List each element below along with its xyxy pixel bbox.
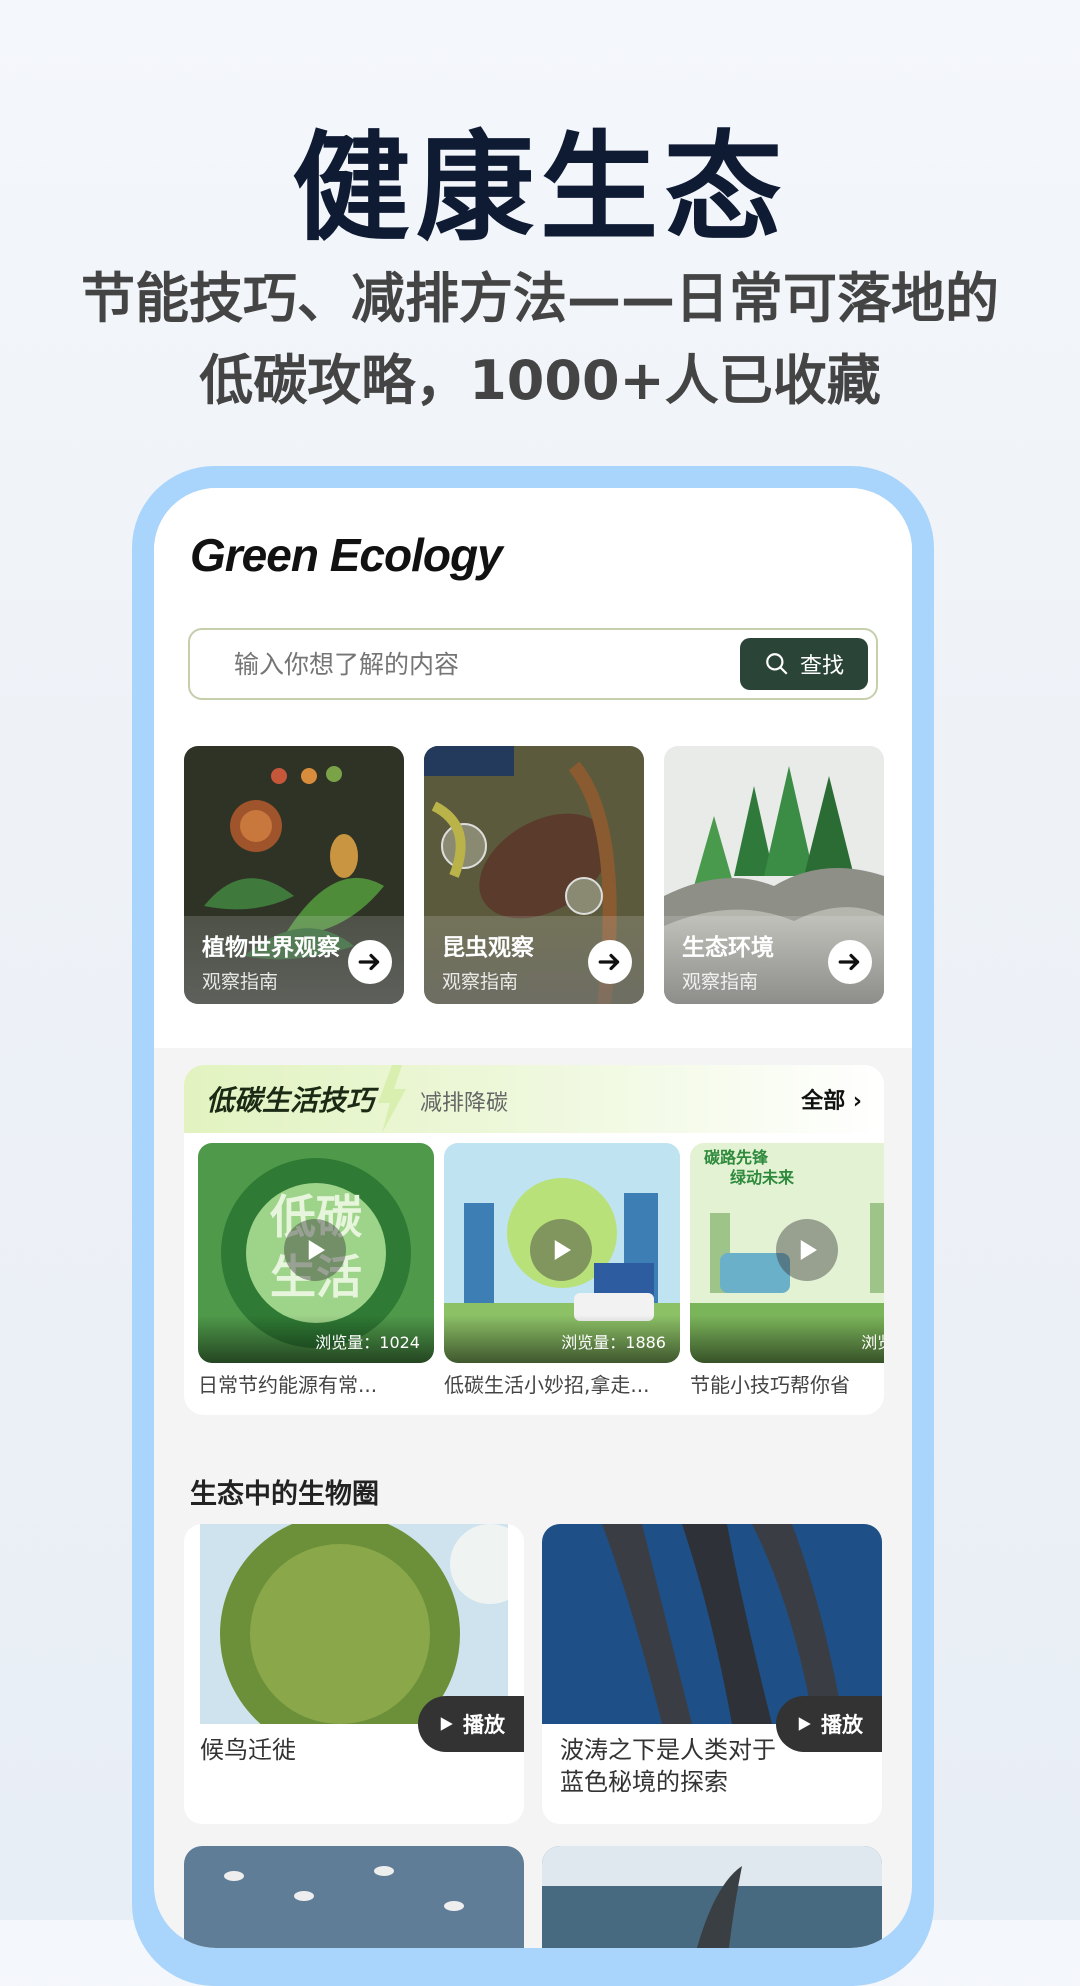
video-thumbnail: 浏览量：1886 [444,1143,680,1363]
search-button[interactable]: 查找 [740,638,868,690]
play-button[interactable]: 播放 [776,1696,882,1752]
category-name: 植物世界观察 [202,935,340,961]
view-count: 浏览量：2110 [861,1333,884,1352]
hero-subtitle-line1: 节能技巧、减排方法——日常可落地的 [81,267,999,330]
video-thumbnail: 低碳 生活 浏览量：1024 [198,1143,434,1363]
svg-text:绿动未来: 绿动未来 [730,1168,795,1187]
biosphere-card[interactable]: 播放 波涛之下是人类对于蓝色秘境的探索 [542,1524,882,1824]
chevron-right-icon: › [852,1089,862,1114]
search-button-label: 查找 [799,654,844,679]
category-name: 生态环境 [682,935,774,961]
arrow-right-icon[interactable] [588,940,632,984]
hero-title: 健康生态 [291,119,788,257]
app-screen: Green Ecology 查找 植物世界观察 观察指南 [154,488,912,1948]
biosphere-section-title: 生态中的生物圈 [190,1479,379,1510]
biosphere-card[interactable] [542,1846,882,1948]
play-icon[interactable] [776,1219,838,1281]
biosphere-caption: 波涛之下是人类对于蓝色秘境的探索 [560,1736,776,1796]
search-input[interactable] [232,630,706,700]
play-button[interactable]: 播放 [418,1696,524,1752]
play-icon [798,1717,811,1731]
tips-subtitle: 减排降碳 [420,1091,509,1116]
category-card-environment[interactable]: 生态环境 观察指南 [664,746,884,1004]
tips-title: 低碳生活技巧 [206,1084,375,1117]
biosphere-card[interactable]: 播放 候鸟迁徙 [184,1524,524,1824]
play-label: 播放 [463,1713,505,1737]
app-title: Green Ecology [190,529,503,581]
play-icon[interactable] [530,1219,592,1281]
biosphere-caption: 候鸟迁徙 [200,1736,296,1764]
category-card-insects[interactable]: 昆虫观察 观察指南 [424,746,644,1004]
video-card[interactable]: 浏览量：1886 低碳生活小妙招,拿走... [444,1143,680,1398]
hero-subtitle-line2: 低碳攻略，1000+人已收藏 [199,349,881,412]
view-all-label: 全部 [801,1089,846,1114]
video-shade [690,1315,884,1363]
video-thumbnail: 碳路先锋 绿动未来 浏览量：2110 [690,1143,884,1363]
lightning-icon [378,1065,406,1133]
category-tag: 观察指南 [442,971,519,993]
category-tag: 观察指南 [202,971,279,993]
arrow-right-icon[interactable] [828,940,872,984]
whale-breach-image [542,1846,882,1948]
search-icon [766,653,788,675]
category-tag: 观察指南 [682,971,759,993]
svg-text:碳路先锋: 碳路先锋 [704,1148,769,1167]
video-caption: 日常节约能源有常... [198,1373,378,1397]
planet-grassland-image [200,1524,508,1724]
low-carbon-tips-section: 低碳生活技巧 减排降碳 全部 › 低碳 生活 浏览量：1024 日常节约能源有常… [184,1065,884,1415]
arrow-right-icon[interactable] [348,940,392,984]
search-bar: 查找 [188,628,878,700]
whales-underwater-image [542,1524,882,1724]
birds-on-water-image [184,1846,524,1948]
play-icon [440,1717,453,1731]
category-card-plants[interactable]: 植物世界观察 观察指南 [184,746,404,1004]
video-card[interactable]: 低碳 生活 浏览量：1024 日常节约能源有常... [198,1143,434,1398]
view-count: 浏览量：1886 [561,1333,666,1352]
tips-view-all-link[interactable]: 全部 › [801,1083,862,1115]
play-label: 播放 [821,1713,863,1737]
view-count: 浏览量：1024 [315,1333,420,1352]
biosphere-card[interactable] [184,1846,524,1948]
video-card[interactable]: 碳路先锋 绿动未来 浏览量：2110 节能小技巧帮你省 [690,1143,884,1398]
video-caption: 低碳生活小妙招,拿走... [444,1373,650,1397]
video-caption: 节能小技巧帮你省 [690,1373,850,1397]
play-icon[interactable] [284,1219,346,1281]
hero-subtitle: 节能技巧、减排方法——日常可落地的 低碳攻略，1000+人已收藏 [40,258,1040,422]
category-name: 昆虫观察 [442,935,534,961]
